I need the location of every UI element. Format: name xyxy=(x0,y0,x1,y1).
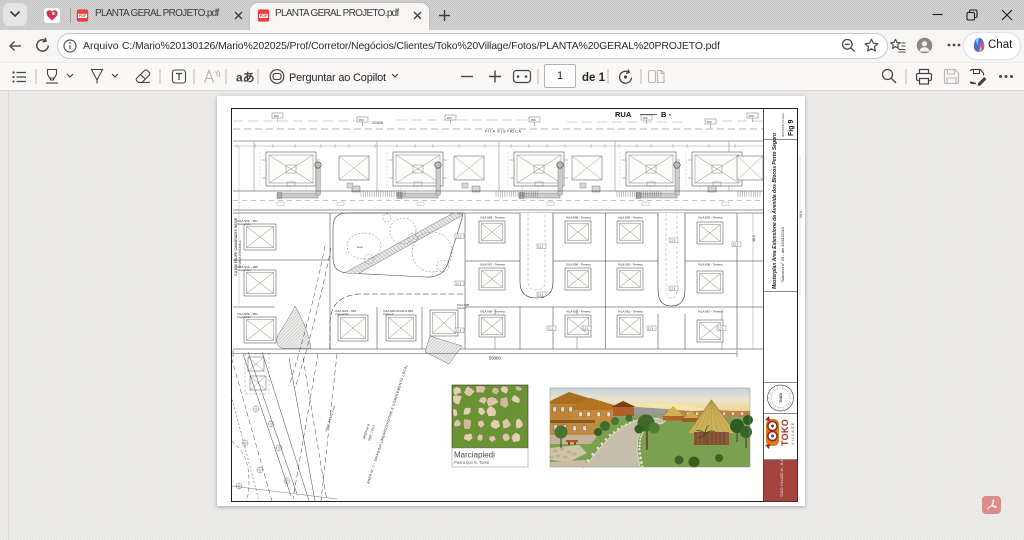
svg-text:55000: 55000 xyxy=(489,356,501,361)
svg-text:Fig 9: Fig 9 xyxy=(788,120,795,136)
svg-text:Stacond n° 29 - del 15/11/2010: Stacond n° 29 - del 15/11/2010 xyxy=(780,226,785,282)
svg-text:48.8: 48.8 xyxy=(752,235,756,242)
svg-text:area: area xyxy=(357,245,363,249)
svg-text:12.5: 12.5 xyxy=(733,243,739,247)
svg-text:Perguntar ao Copilot: Perguntar ao Copilot xyxy=(289,72,386,84)
svg-text:12.5: 12.5 xyxy=(456,235,462,239)
svg-text:VILA 900 - Terreno: VILA 900 - Terreno xyxy=(566,263,591,267)
svg-text:12.5: 12.5 xyxy=(456,329,462,333)
svg-text:12.5: 12.5 xyxy=(670,287,676,291)
svg-text:VILA 908 - Terreno: VILA 908 - Terreno xyxy=(480,216,505,220)
svg-text:150: 150 xyxy=(359,118,364,122)
svg-text:150: 150 xyxy=(274,114,279,118)
svg-text:12.5: 12.5 xyxy=(583,327,589,331)
svg-text:12.5: 12.5 xyxy=(538,293,544,297)
svg-text:PDF: PDF xyxy=(260,14,268,18)
svg-text:FILA ELETRICA: FILA ELETRICA xyxy=(485,129,522,134)
svg-text:Costru di: Costru di xyxy=(383,312,394,316)
svg-text:150: 150 xyxy=(447,116,452,120)
svg-text:12.5: 12.5 xyxy=(538,245,544,249)
svg-text:VILA 904 - Terreno: VILA 904 - Terreno xyxy=(618,216,643,220)
svg-text:Costruendo: Costruendo xyxy=(335,312,349,316)
svg-text:150: 150 xyxy=(531,118,536,122)
svg-text:STRADA COMUNALE: STRADA COMUNALE xyxy=(238,240,242,268)
svg-text:VILA 909 - Terreno: VILA 909 - Terreno xyxy=(480,310,505,314)
svg-text:46.6: 46.6 xyxy=(799,211,803,218)
svg-text:Marciapiedi: Marciapiedi xyxy=(454,451,495,460)
svg-text:aあ: aあ xyxy=(236,71,255,85)
svg-text:B: B xyxy=(661,110,667,119)
svg-text:150: 150 xyxy=(643,116,648,120)
svg-text:AREA N° 7 - SPIAGGIA URBANIZZA: AREA N° 7 - SPIAGGIA URBANIZZAZIONE E CO… xyxy=(366,364,409,484)
svg-text:VILA 906 - Terreno: VILA 906 - Terreno xyxy=(698,263,723,267)
svg-text:Terreno: Terreno xyxy=(457,306,466,310)
svg-text:VILA 901 - Terreno: VILA 901 - Terreno xyxy=(566,310,591,314)
svg-text:TOKO: TOKO xyxy=(780,419,790,446)
svg-text:150: 150 xyxy=(749,114,754,118)
svg-text:TOKO VILLAGE srl - B.A.: TOKO VILLAGE srl - B.A. xyxy=(780,458,784,497)
svg-text:12.5: 12.5 xyxy=(548,327,554,331)
svg-text:12.5: 12.5 xyxy=(670,239,676,243)
svg-text:VILA 957 - Terreno: VILA 957 - Terreno xyxy=(698,310,723,314)
svg-text:20305: 20305 xyxy=(372,120,384,125)
svg-text:VIALE A.1 MQ 7.4.3: VIALE A.1 MQ 7.4.3 xyxy=(324,405,336,432)
svg-text:VILA 902 - Terreno: VILA 902 - Terreno xyxy=(618,263,643,267)
svg-text:de 1: de 1 xyxy=(582,72,606,84)
svg-text:VILLAGE: VILLAGE xyxy=(791,422,795,445)
svg-text:Costruendo: Costruendo xyxy=(237,315,251,319)
svg-text:12.5: 12.5 xyxy=(456,282,462,286)
svg-text:12.5: 12.5 xyxy=(648,327,654,331)
svg-text:VILA 903 - Terreno: VILA 903 - Terreno xyxy=(698,216,723,220)
svg-text:VILA 905 - Terreno: VILA 905 - Terreno xyxy=(566,216,591,220)
svg-text:PDF: PDF xyxy=(79,14,87,18)
svg-text:Masterplan Area Estensione da: Masterplan Area Estensione da Avenida do… xyxy=(772,133,778,289)
svg-text:VILA 907 - Terreno: VILA 907 - Terreno xyxy=(480,263,505,267)
svg-text:MASTERPLAN GEN.: MASTERPLAN GEN. xyxy=(781,112,785,137)
svg-text:Pietra tipo S. Tomè: Pietra tipo S. Tomè xyxy=(454,460,490,465)
svg-text:150: 150 xyxy=(707,120,712,124)
svg-text:TN&B: TN&B xyxy=(779,393,783,403)
svg-text:RUA: RUA xyxy=(615,110,632,119)
svg-text:VILA 952 - Terreno: VILA 952 - Terreno xyxy=(618,310,643,314)
svg-text:12.5: 12.5 xyxy=(718,327,724,331)
